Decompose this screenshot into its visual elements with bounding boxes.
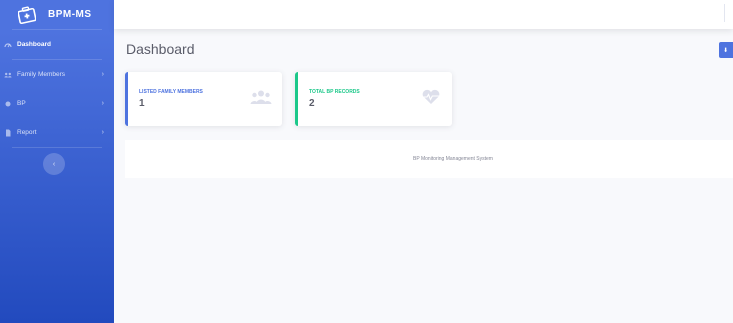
heartbeat-icon — [422, 89, 440, 104]
footer-text: BP Monitoring Management System — [413, 156, 493, 162]
card-total-bp-records: TOTAL BP RECORDS 2 — [295, 72, 452, 126]
footer: BP Monitoring Management System — [125, 140, 733, 178]
card-value: 1 — [139, 98, 145, 109]
brand-link[interactable]: BPM-MS — [0, 0, 114, 29]
sidebar-item-bp[interactable]: BP › — [0, 89, 114, 118]
brand-name: BPM-MS — [48, 9, 92, 20]
heartbeat-icon — [4, 100, 12, 108]
sidebar-item-report[interactable]: Report › — [0, 118, 114, 147]
sidebar-divider — [12, 147, 102, 148]
chevron-right-icon: › — [101, 129, 104, 136]
users-icon — [250, 90, 272, 104]
chevron-left-icon: ‹ — [52, 160, 56, 168]
generate-report-button[interactable]: ⬇ — [719, 42, 733, 58]
download-icon: ⬇ — [723, 47, 729, 54]
card-title: TOTAL BP RECORDS — [309, 89, 360, 95]
sidebar-item-label: Dashboard — [17, 41, 51, 48]
users-icon — [4, 71, 12, 79]
card-value: 2 — [309, 98, 315, 109]
tachometer-icon — [4, 41, 12, 49]
sidebar-item-dashboard[interactable]: Dashboard — [0, 30, 114, 59]
sidebar: BPM-MS Dashboard Family Members › BP › R… — [0, 0, 114, 323]
medical-kit-icon — [18, 6, 36, 24]
sidebar-item-label: Family Members — [17, 71, 66, 78]
chevron-right-icon: › — [101, 71, 104, 78]
sidebar-item-family-members[interactable]: Family Members › — [0, 60, 114, 89]
topbar-divider — [724, 4, 725, 22]
card-title: LISTED FAMILY MEMBERS — [139, 89, 203, 95]
sidebar-toggle-button[interactable]: ‹ — [43, 153, 65, 175]
file-icon — [4, 129, 12, 137]
sidebar-item-label: BP — [17, 100, 26, 107]
card-listed-family-members: LISTED FAMILY MEMBERS 1 — [125, 72, 282, 126]
page-title: Dashboard — [126, 41, 195, 57]
chevron-right-icon: › — [101, 100, 104, 107]
topbar — [114, 0, 733, 29]
sidebar-item-label: Report — [17, 129, 37, 136]
